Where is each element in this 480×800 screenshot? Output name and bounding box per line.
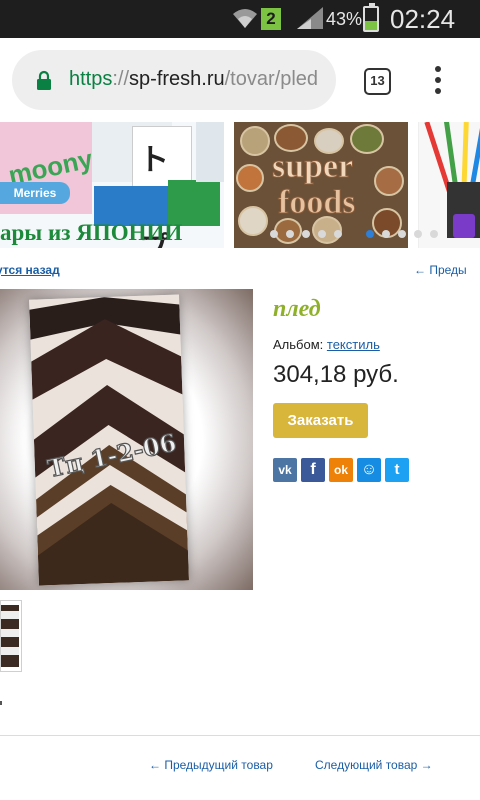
lock-icon (37, 70, 51, 90)
prev-link-top[interactable]: ← Преды (414, 263, 467, 277)
product-title: плед (273, 296, 321, 322)
status-bar: 2 43% 02:24 (0, 0, 480, 38)
vk-icon[interactable]: vk (273, 458, 297, 482)
banner-carousel[interactable]: moony Merries トップ ары из ЯПОНИИ super fo… (0, 122, 480, 248)
order-button[interactable]: Заказать (273, 403, 368, 438)
wifi-icon (233, 9, 257, 28)
next-product-link[interactable]: Следующий товар → (315, 758, 433, 772)
menu-dots-icon[interactable] (428, 66, 448, 96)
superfoods-word-2: foods (277, 184, 356, 222)
carousel-dot[interactable] (286, 230, 294, 238)
sharpener-image (453, 214, 475, 238)
superfoods-word-1: super (271, 148, 354, 186)
diaper-pack-image: moony Merries (0, 122, 95, 214)
url-host: sp-fresh.ru (129, 68, 225, 90)
carousel-dot[interactable] (430, 230, 438, 238)
url-scheme: https (69, 68, 113, 90)
signal-icon (297, 7, 323, 29)
blanket-photo: Тц 1-2-06 (29, 294, 189, 586)
product-nav-row: утся назад ← Преды (0, 258, 480, 282)
product-thumbnail[interactable] (0, 600, 22, 672)
carousel-dot-active[interactable] (366, 230, 374, 238)
banner-slide-stationery[interactable] (418, 122, 480, 248)
album-row: Альбом: текстиль (273, 337, 380, 352)
carousel-dot[interactable] (318, 230, 326, 238)
odnoklassniki-icon[interactable]: ok (329, 458, 353, 482)
carousel-dot[interactable] (382, 230, 390, 238)
url-text[interactable]: https://sp-fresh.ru/tovar/pled (69, 68, 331, 91)
carousel-dot[interactable] (414, 230, 422, 238)
battery-icon (363, 3, 379, 32)
browser-toolbar: https://sp-fresh.ru/tovar/pled 13 (0, 38, 480, 122)
carousel-dot[interactable] (270, 230, 278, 238)
carousel-dot[interactable] (398, 230, 406, 238)
clock: 02:24 (390, 4, 456, 34)
carousel-dot[interactable] (334, 230, 342, 238)
url-bar[interactable]: https://sp-fresh.ru/tovar/pled (12, 50, 336, 110)
text-cursor (0, 701, 2, 705)
battery-percent: 43% (326, 9, 363, 29)
album-link[interactable]: текстиль (327, 337, 380, 352)
back-link[interactable]: утся назад (0, 263, 60, 277)
merries-logo: Merries (0, 182, 70, 204)
divider (0, 735, 480, 736)
tab-switcher-button[interactable]: 13 (364, 68, 391, 95)
facebook-icon[interactable]: f (301, 458, 325, 482)
album-label: Альбом: (273, 337, 324, 352)
moimir-icon[interactable]: ☺ (357, 458, 381, 482)
product-price: 304,18 руб. (273, 361, 399, 388)
product-image[interactable]: Тц 1-2-06 (0, 289, 253, 590)
prev-product-link[interactable]: ← Предыдущий товар (149, 758, 273, 772)
url-path: /tovar/pled (224, 68, 319, 90)
product-bottle-image (196, 122, 224, 182)
twitter-icon[interactable]: t (385, 458, 409, 482)
url-separator: :// (112, 68, 130, 90)
banner-caption: ары из ЯПОНИИ (0, 220, 183, 245)
sim-indicator: 2 (261, 8, 281, 30)
battery-fill (365, 20, 377, 30)
bottom-nav: ← Предыдущий товар Следующий товар → (0, 756, 480, 776)
carousel-dot[interactable] (302, 230, 310, 238)
banner-slide-japan[interactable]: moony Merries トップ ары из ЯПОНИИ (0, 122, 224, 248)
